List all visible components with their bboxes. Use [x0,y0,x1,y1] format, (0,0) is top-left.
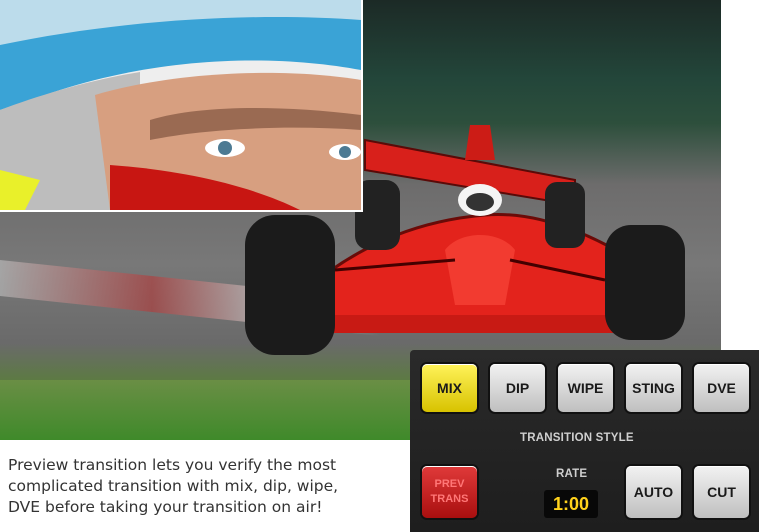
caption-line-1: Preview transition lets you verify the m… [8,456,337,474]
prev-trans-line-1: PREV [434,478,465,490]
auto-button[interactable]: AUTO [626,466,681,518]
transition-style-label: TRANSITION STYLE [520,432,634,444]
driver-face-illustration [0,0,361,210]
caption-line-2: complicated transition with mix, dip, wi… [8,477,339,495]
prev-trans-line-2: TRANS [430,493,469,505]
dve-button[interactable]: DVE [694,364,749,412]
driver-closeup-inset [0,0,363,212]
sting-button[interactable]: STING [626,364,681,412]
dip-button[interactable]: DIP [490,364,545,412]
rate-label: RATE [556,468,588,480]
wipe-button[interactable]: WIPE [558,364,613,412]
prev-trans-button[interactable]: PREV TRANS [422,466,477,518]
transition-control-panel: MIX DIP WIPE STING DVE TRANSITION STYLE … [410,350,759,532]
caption-line-3: DVE before taking your transition on air… [8,498,323,516]
rate-display[interactable]: 1:00 [544,490,598,518]
description-caption: Preview transition lets you verify the m… [8,455,393,518]
cut-button[interactable]: CUT [694,466,749,518]
mix-button[interactable]: MIX [422,364,477,412]
